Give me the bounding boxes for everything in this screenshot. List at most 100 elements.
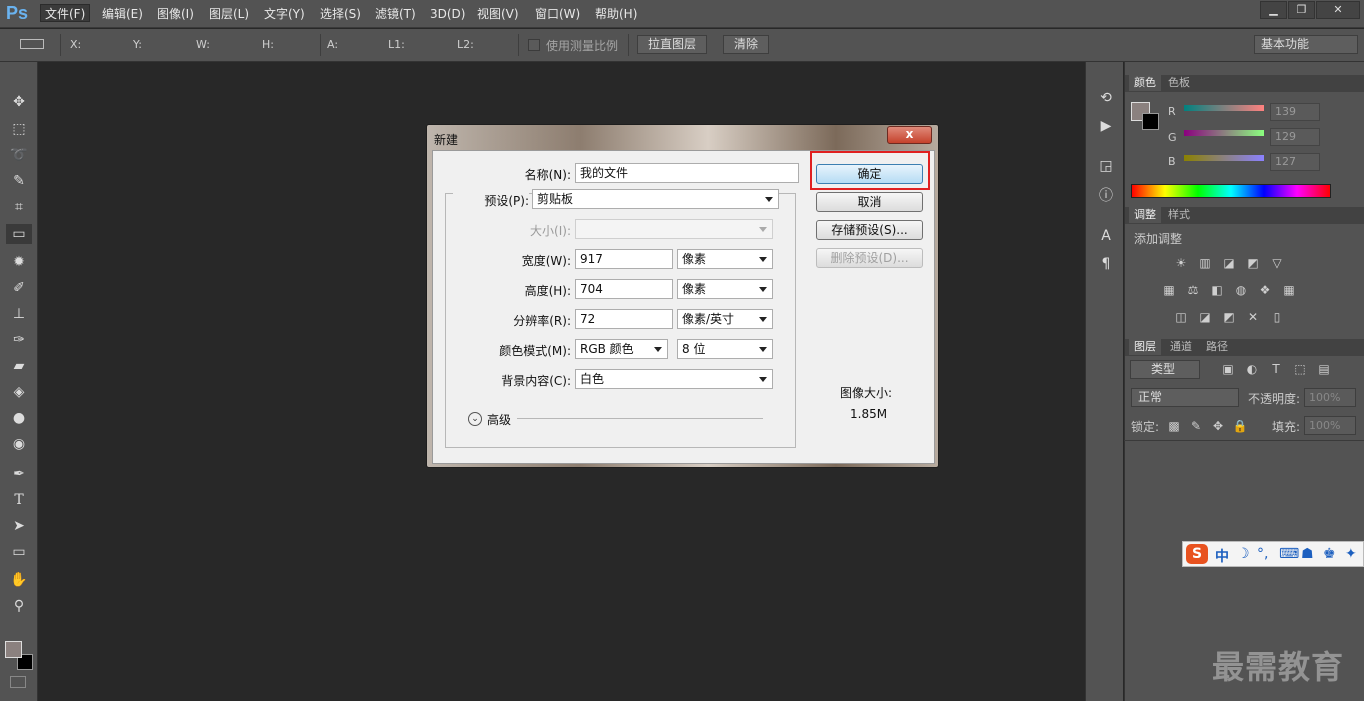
tab-styles[interactable]: 样式	[1163, 207, 1195, 223]
g-value[interactable]: 129	[1270, 128, 1320, 146]
history-panel-icon[interactable]: ⟲	[1096, 88, 1116, 108]
background-select[interactable]: 白色	[575, 369, 773, 389]
menu-select[interactable]: 选择(S)	[316, 5, 365, 23]
width-input[interactable]: 917	[575, 249, 673, 269]
cancel-button[interactable]: 取消	[816, 192, 923, 212]
crop-tool-icon[interactable]: ⌗	[9, 197, 29, 217]
tab-swatches[interactable]: 色板	[1163, 75, 1195, 91]
hand-tool-icon[interactable]: ✋	[9, 570, 29, 590]
actions-panel-icon[interactable]: ▶	[1096, 116, 1116, 136]
ime-tools-icon[interactable]: ✦	[1345, 546, 1357, 562]
type-tool-icon[interactable]: T	[9, 490, 29, 510]
fill-field[interactable]: 100%	[1304, 416, 1356, 435]
menu-file[interactable]: 文件(F)	[40, 4, 91, 22]
color-mode-select[interactable]: RGB 颜色	[575, 339, 668, 359]
shape-tool-icon[interactable]: ▭	[9, 542, 29, 562]
lock-position-icon[interactable]: ✥	[1210, 419, 1226, 433]
menu-filter[interactable]: 滤镜(T)	[371, 5, 420, 23]
color-lookup-icon[interactable]: ▦	[1281, 283, 1297, 297]
dodge-tool-icon[interactable]: ◉	[9, 434, 29, 454]
tab-adjustments[interactable]: 调整	[1129, 207, 1161, 223]
straighten-layer-button[interactable]: 拉直图层	[637, 35, 708, 54]
path-select-tool-icon[interactable]: ➤	[9, 516, 29, 536]
healing-tool-icon[interactable]: ✹	[9, 252, 29, 272]
height-input[interactable]: 704	[575, 279, 673, 299]
info-panel-icon[interactable]: ⓘ	[1096, 186, 1116, 206]
restore-button[interactable]: ❐	[1288, 1, 1315, 19]
bit-depth-select[interactable]: 8 位	[677, 339, 773, 359]
expand-advanced-icon[interactable]: ⌄	[468, 412, 482, 426]
r-value[interactable]: 139	[1270, 103, 1320, 121]
ime-user-icon[interactable]: ☗	[1301, 546, 1314, 562]
invert-icon[interactable]: ◫	[1173, 310, 1189, 324]
character-panel-icon[interactable]: A	[1096, 226, 1116, 246]
ime-skin-icon[interactable]: ♚	[1323, 546, 1336, 562]
lock-all-icon[interactable]: 🔒	[1232, 419, 1248, 433]
filter-shape-icon[interactable]: ⬚	[1292, 362, 1308, 376]
blend-mode-select[interactable]: 正常	[1131, 388, 1239, 407]
menu-edit[interactable]: 编辑(E)	[98, 5, 147, 23]
marquee-tool-icon[interactable]: ⬚	[9, 119, 29, 139]
photo-filter-icon[interactable]: ◍	[1233, 283, 1249, 297]
lasso-tool-icon[interactable]: ➰	[9, 145, 29, 165]
eraser-tool-icon[interactable]: ▰	[9, 356, 29, 376]
vibrance-icon[interactable]: ▽	[1269, 256, 1285, 270]
lock-pixels-icon[interactable]: ✎	[1188, 419, 1204, 433]
color-balance-icon[interactable]: ⚖	[1185, 283, 1201, 297]
tab-paths[interactable]: 路径	[1201, 339, 1233, 355]
blur-tool-icon[interactable]: ●	[9, 408, 29, 428]
color-spectrum[interactable]	[1131, 184, 1331, 198]
levels-icon[interactable]: ▥	[1197, 256, 1213, 270]
sogou-logo[interactable]: S	[1186, 544, 1208, 564]
g-slider[interactable]	[1184, 130, 1264, 136]
menu-window[interactable]: 窗口(W)	[531, 5, 584, 23]
brightness-icon[interactable]: ☀	[1173, 256, 1189, 270]
posterize-icon[interactable]: ◪	[1197, 310, 1213, 324]
save-preset-button[interactable]: 存储预设(S)...	[816, 220, 923, 240]
b-value[interactable]: 127	[1270, 153, 1320, 171]
menu-3d[interactable]: 3D(D)	[426, 5, 469, 23]
filter-adjust-icon[interactable]: ◐	[1244, 362, 1260, 376]
selective-color-icon[interactable]: ✕	[1245, 310, 1261, 324]
name-input[interactable]: 我的文件	[575, 163, 799, 183]
quick-mask-icon[interactable]	[10, 676, 26, 688]
height-unit-select[interactable]: 像素	[677, 279, 773, 299]
ime-chinese-mode[interactable]: 中	[1215, 546, 1229, 566]
filter-smart-icon[interactable]: ▤	[1316, 362, 1332, 376]
tab-channels[interactable]: 通道	[1165, 339, 1197, 355]
filter-pixel-icon[interactable]: ▣	[1220, 362, 1236, 376]
tab-layers[interactable]: 图层	[1129, 339, 1161, 355]
stamp-tool-icon[interactable]: ⊥	[9, 304, 29, 324]
hue-saturation-icon[interactable]: ▦	[1161, 283, 1177, 297]
quick-select-tool-icon[interactable]: ✎	[9, 171, 29, 191]
b-slider[interactable]	[1184, 155, 1264, 161]
history-brush-icon[interactable]: ✑	[9, 330, 29, 350]
menu-type[interactable]: 文字(Y)	[260, 5, 309, 23]
paragraph-panel-icon[interactable]: ¶	[1096, 254, 1116, 274]
foreground-color-swatch[interactable]	[5, 641, 22, 658]
ime-punct-icon[interactable]: °,	[1257, 546, 1268, 562]
menu-view[interactable]: 视图(V)	[473, 5, 523, 23]
layer-filter-select[interactable]: 类型	[1130, 360, 1200, 379]
menu-help[interactable]: 帮助(H)	[591, 5, 641, 23]
filter-type-icon[interactable]: T	[1268, 362, 1284, 376]
gradient-map-icon[interactable]: ▯	[1269, 310, 1285, 324]
resolution-input[interactable]: 72	[575, 309, 673, 329]
close-window-button[interactable]: ✕	[1316, 1, 1360, 19]
ruler-tool-icon[interactable]	[20, 39, 44, 49]
black-white-icon[interactable]: ◧	[1209, 283, 1225, 297]
threshold-icon[interactable]: ◩	[1221, 310, 1237, 324]
preset-select[interactable]: 剪贴板	[532, 189, 779, 209]
minimize-button[interactable]: ▁	[1260, 1, 1287, 19]
workspace-select[interactable]: 基本功能	[1254, 35, 1358, 54]
resolution-unit-select[interactable]: 像素/英寸	[677, 309, 773, 329]
move-tool-icon[interactable]: ✥	[9, 92, 29, 112]
use-scale-checkbox[interactable]	[528, 39, 540, 51]
zoom-tool-icon[interactable]: ⚲	[9, 596, 29, 616]
3d-panel-icon[interactable]: ◲	[1096, 156, 1116, 176]
ruler-tool-icon[interactable]: ▭	[6, 224, 32, 244]
channel-mixer-icon[interactable]: ❖	[1257, 283, 1273, 297]
width-unit-select[interactable]: 像素	[677, 249, 773, 269]
color-bg-swatch[interactable]	[1142, 113, 1159, 130]
bucket-tool-icon[interactable]: ◈	[9, 382, 29, 402]
